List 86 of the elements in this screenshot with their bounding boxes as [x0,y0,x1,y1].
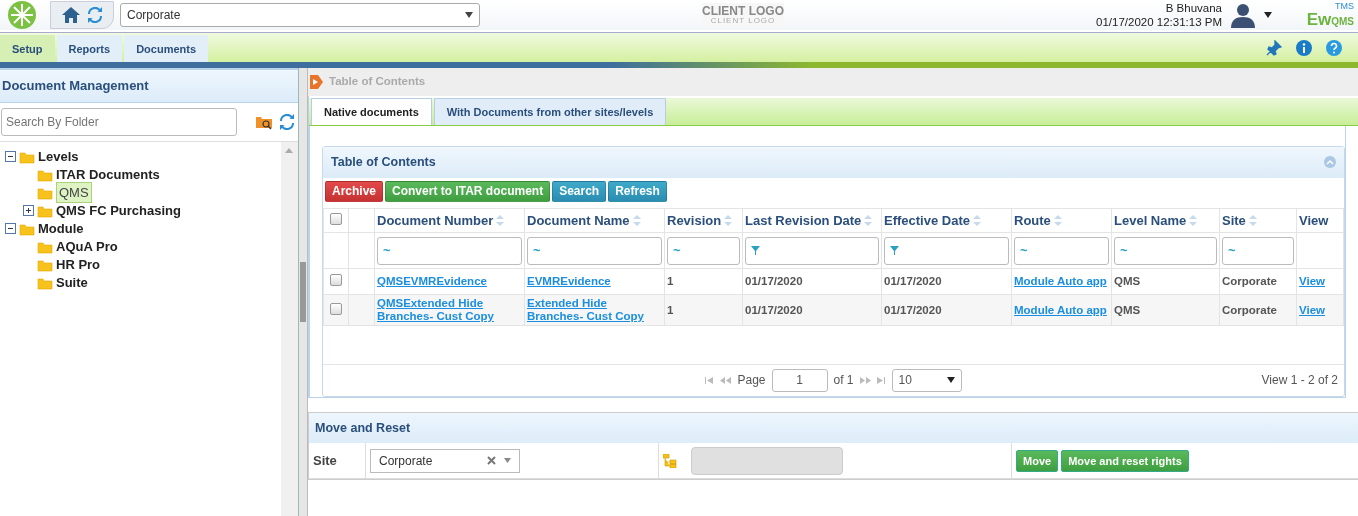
row-checkbox[interactable] [330,274,342,287]
page-size-select[interactable]: 10 [891,368,962,392]
next-page-icon[interactable] [859,376,871,384]
brand-logo-tag: TMS [1335,2,1354,11]
tree-item[interactable]: AQuA Pro [56,236,118,257]
pin-icon[interactable] [1266,39,1282,56]
site-select[interactable]: Corporate [370,448,520,473]
folder-icon [19,221,35,236]
flag-icon [310,75,323,89]
tree-item[interactable]: Suite [56,272,88,293]
table-cell: QMS [1114,275,1141,288]
tab[interactable]: With Documents from other sites/levels [433,98,667,125]
caret-icon [946,377,955,384]
folder-icon [37,239,53,254]
folder-icon [37,275,53,290]
table-cell: QMS [1114,303,1141,316]
sort-icon[interactable] [973,215,981,226]
search-field[interactable]: Search By Folder [1,107,237,136]
splitter-handle[interactable] [300,262,307,322]
page-field[interactable]: 1 [771,368,828,392]
toolbar-button[interactable]: Archive [325,180,384,202]
table-cell: Corporate [1222,275,1277,288]
table-cell: 01/17/2020 [884,275,942,288]
sort-icon[interactable] [864,215,873,226]
column-header: View [1299,212,1329,228]
menu-tab[interactable]: Setup [0,35,55,62]
sort-icon[interactable] [632,215,641,226]
sort-icon[interactable] [1248,215,1257,226]
table-cell: 01/17/2020 [745,275,803,288]
tree-item[interactable]: HR Pro [56,254,101,275]
tab[interactable]: Native documents [311,98,432,125]
brand-logo: EwQMS [1306,11,1354,28]
menu-tab[interactable]: Documents [124,35,209,62]
filter-field[interactable] [884,236,1009,265]
select-all-checkbox[interactable] [330,212,342,225]
expand-icon[interactable] [23,205,34,216]
table-cell: 1 [667,303,674,316]
user-name: B Bhuvana [1164,0,1222,15]
field-label: Site [309,443,366,479]
info-icon[interactable] [1296,39,1312,56]
table-cell: Corporate [1222,303,1277,316]
date-time: 01/17/2020 12:31:13 PM [1096,15,1222,30]
tree-item[interactable]: Levels [38,146,79,167]
filter-field[interactable] [745,236,879,265]
table-cell: 1 [667,275,674,288]
sort-icon[interactable] [724,215,733,226]
last-page-icon[interactable] [876,376,886,384]
table-cell: 01/17/2020 [884,303,942,316]
pager-label: of 1 [833,372,854,390]
starburst-logo [7,0,37,30]
folder-icon [37,167,53,182]
refresh-icon[interactable] [87,7,103,23]
row-checkbox[interactable] [330,302,342,315]
tree-item[interactable]: QMS [56,181,92,204]
help-icon[interactable] [1326,39,1342,56]
scroll-up-icon[interactable] [285,147,294,153]
collapse-icon[interactable] [5,223,16,234]
sort-icon[interactable] [1189,215,1198,226]
menu-tab[interactable]: Reports [56,35,123,62]
folder-icon [37,185,53,200]
folder-icon [37,257,53,272]
sort-icon[interactable] [496,215,505,226]
record-count: View 1 - 2 of 2 [1261,372,1338,390]
table-cell: 01/17/2020 [745,303,803,316]
user-avatar-icon[interactable] [1228,2,1258,28]
panel-title: Move and Reset [309,412,1358,444]
first-page-icon[interactable] [705,376,715,384]
collapse-icon[interactable] [5,151,16,162]
caret-icon [465,12,473,18]
caret-icon[interactable] [1264,12,1272,18]
prev-page-icon[interactable] [720,376,732,384]
pager-label: Page [737,372,766,390]
clear-icon[interactable] [487,456,496,466]
tree-item[interactable]: Module [38,218,84,239]
sort-icon[interactable] [1053,215,1062,226]
caret-icon [504,458,511,464]
refresh-icon[interactable] [279,113,295,130]
folder-icon [19,149,35,164]
home-icon[interactable] [61,6,81,24]
panel-title: Document Management [0,68,299,103]
folder-icon [37,203,53,218]
client-logo: CLIENT LOGO CLIENT LOGO [702,3,784,27]
panel-title: Table of Contents [331,154,436,171]
folder-tree-icon[interactable] [663,453,679,468]
site-dropdown[interactable]: Corporate [120,3,480,27]
scrollbar[interactable] [281,141,299,516]
